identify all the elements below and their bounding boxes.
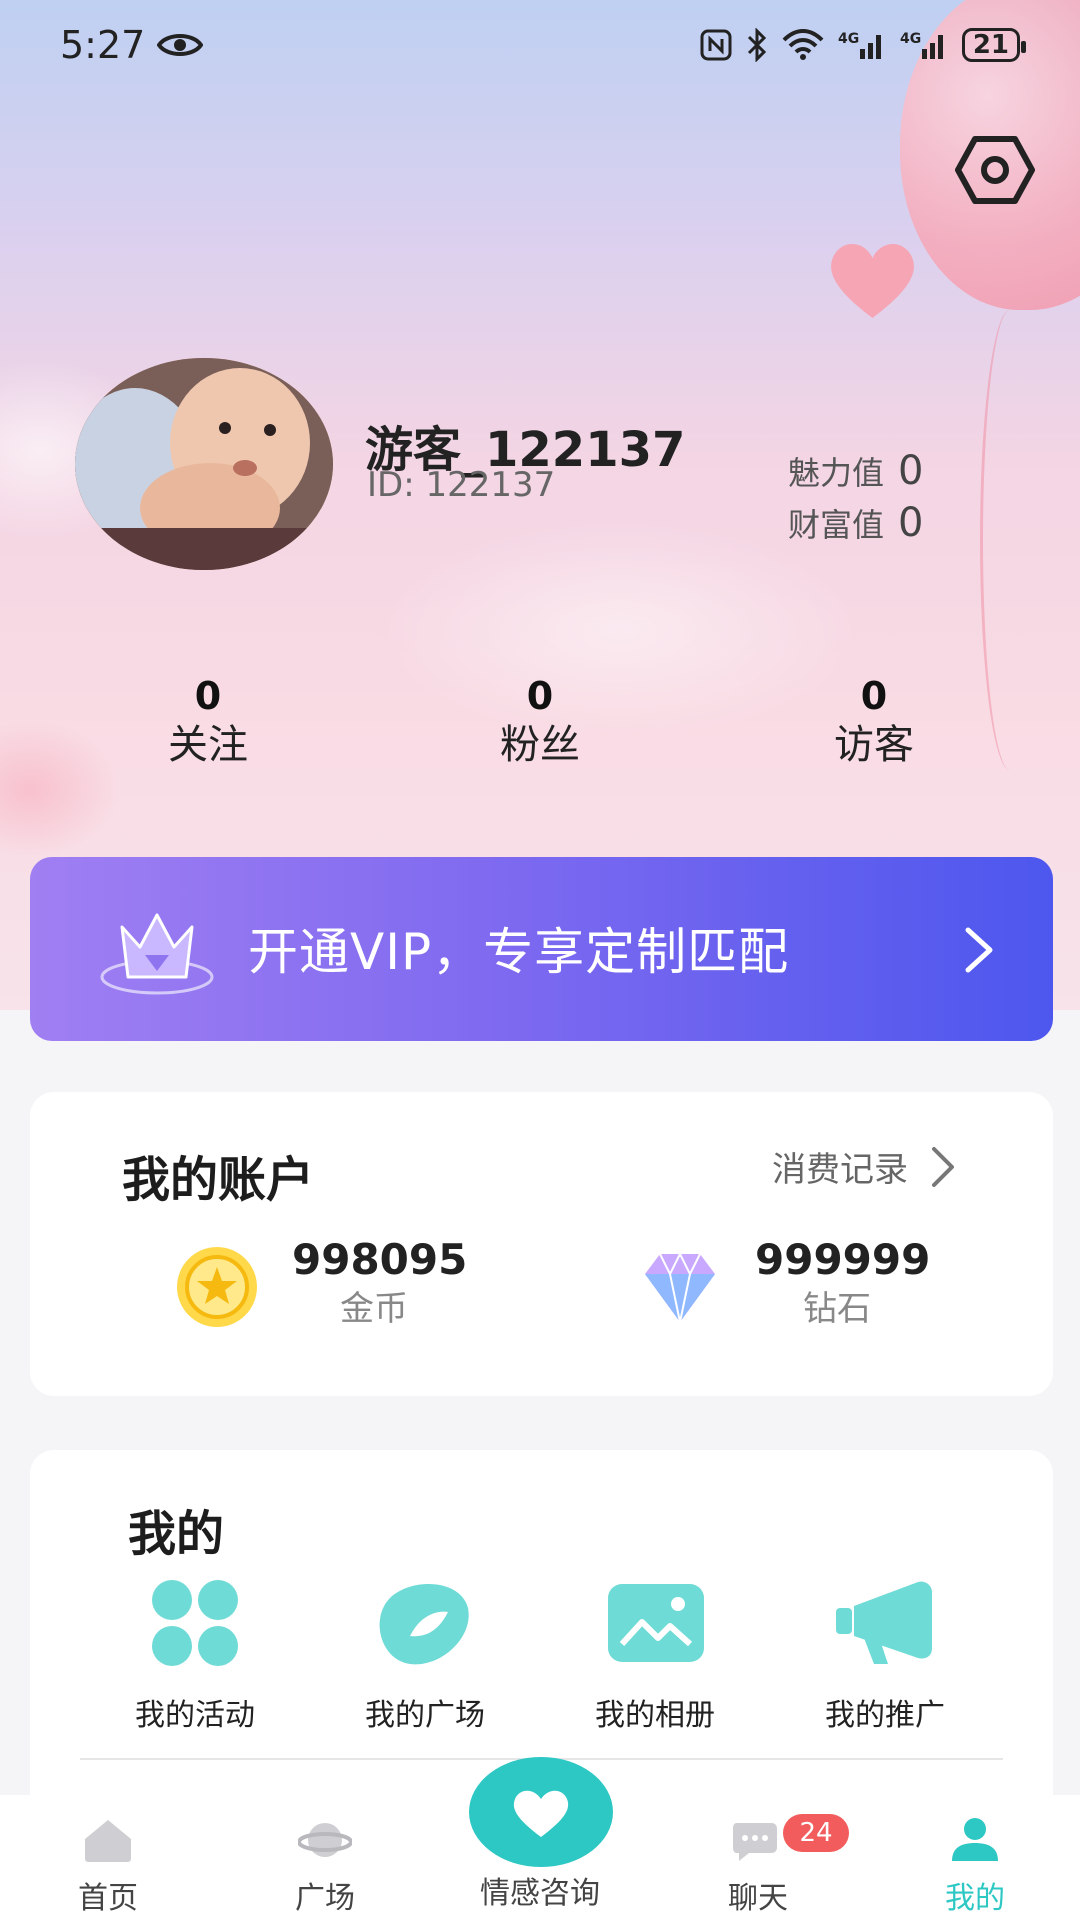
my-activities-item[interactable]: 我的活动 [95, 1578, 295, 1734]
vip-banner[interactable]: 开通VIP，专享定制匹配 [30, 857, 1053, 1041]
battery-indicator: 21 [961, 28, 1027, 62]
signal-4g-icon: 4G [900, 31, 943, 59]
user-id: ID: 122137 [367, 465, 556, 505]
diamond-icon [645, 1251, 715, 1323]
chat-unread-badge: 24 [783, 1814, 849, 1852]
nav-mine-label: 我的 [945, 1881, 1005, 1916]
leaf-icon [379, 1584, 469, 1665]
wealth-label: 财富值 [788, 506, 885, 544]
nav-chat-label: 聊天 [728, 1881, 788, 1916]
nav-emotional-consulting-label: 情感咨询 [480, 1876, 600, 1911]
my-album-item[interactable]: 我的相册 [555, 1578, 755, 1734]
chevron-right-icon [965, 927, 993, 973]
nav-home-label: 首页 [78, 1881, 138, 1916]
fans-label: 粉丝 [500, 722, 580, 768]
wifi-icon [782, 29, 824, 60]
photo-album-icon [608, 1584, 704, 1662]
fans-count: 0 [526, 674, 554, 718]
diamonds-value: 999999 [755, 1235, 931, 1284]
user-icon [952, 1818, 998, 1861]
my-activities-label: 我的活动 [135, 1698, 255, 1733]
svg-text:4G: 4G [900, 31, 921, 47]
diamonds-asset[interactable]: 999999 钻石 [635, 1235, 930, 1332]
fans-stat[interactable]: 0 粉丝 [440, 672, 640, 770]
balloon-string-decoration [980, 310, 1040, 770]
home-icon [85, 1820, 131, 1862]
nav-plaza-label: 广场 [295, 1881, 355, 1916]
nav-plaza[interactable]: 广场 [250, 1817, 400, 1917]
chevron-right-icon [932, 1146, 954, 1187]
visitors-stat[interactable]: 0 访客 [774, 672, 974, 770]
visitors-label: 访客 [834, 722, 914, 768]
gold-coin-icon [177, 1247, 257, 1327]
my-section-grid: 我的活动 我的广场 我的相册 我的推广 [30, 1578, 1053, 1738]
planet-icon [297, 1823, 353, 1857]
settings-hexagon-icon[interactable] [955, 135, 1035, 205]
avatar-photo [75, 358, 333, 570]
account-card: 我的账户 消费记录 998095 金币 999999 钻石 [30, 1092, 1053, 1396]
status-time: 5:27 [60, 23, 146, 67]
heart-decoration-icon [831, 244, 914, 318]
coins-label: 金币 [340, 1289, 408, 1329]
my-plaza-label: 我的广场 [365, 1698, 485, 1733]
consumption-records-label: 消费记录 [772, 1150, 908, 1190]
charm-stat: 魅力值 0 [788, 448, 923, 494]
signal-4g-icon: 4G [838, 31, 881, 59]
coins-value: 998095 [292, 1235, 468, 1284]
my-album-label: 我的相册 [595, 1698, 715, 1733]
eye-icon [157, 34, 204, 56]
nav-emotional-consulting-button[interactable] [469, 1757, 613, 1867]
vip-banner-text: 开通VIP，专享定制匹配 [248, 923, 790, 981]
bluetooth-icon [747, 28, 766, 62]
status-bar: 5:27 4G 4G 21 [0, 0, 1080, 90]
avatar[interactable] [75, 358, 333, 570]
heart-blur-decoration [0, 720, 120, 860]
my-plaza-item[interactable]: 我的广场 [325, 1578, 525, 1734]
wealth-value: 0 [898, 500, 924, 546]
megaphone-icon [836, 1581, 932, 1664]
my-section-title: 我的 [128, 1506, 225, 1562]
clover-icon [152, 1580, 238, 1666]
vip-crown-icon [100, 913, 214, 995]
svg-text:4G: 4G [838, 31, 859, 47]
following-count: 0 [194, 674, 222, 718]
visitors-count: 0 [860, 674, 888, 718]
my-promotion-label: 我的推广 [825, 1698, 945, 1733]
consumption-records-link[interactable]: 消费记录 [772, 1142, 958, 1191]
coins-asset[interactable]: 998095 金币 [172, 1235, 467, 1332]
following-stat[interactable]: 0 关注 [108, 672, 308, 770]
my-promotion-item[interactable]: 我的推广 [785, 1578, 985, 1734]
diamonds-label: 钻石 [803, 1289, 871, 1329]
charm-label: 魅力值 [788, 454, 885, 492]
account-title: 我的账户 [122, 1152, 315, 1208]
nfc-icon [700, 29, 732, 61]
battery-level: 21 [972, 30, 1009, 60]
nav-mine[interactable]: 我的 [900, 1817, 1050, 1917]
nav-home[interactable]: 首页 [33, 1817, 183, 1917]
wealth-stat: 财富值 0 [788, 500, 923, 546]
heart-icon [513, 1790, 569, 1837]
charm-value: 0 [898, 448, 924, 494]
chat-icon [733, 1823, 777, 1861]
following-label: 关注 [168, 722, 248, 768]
